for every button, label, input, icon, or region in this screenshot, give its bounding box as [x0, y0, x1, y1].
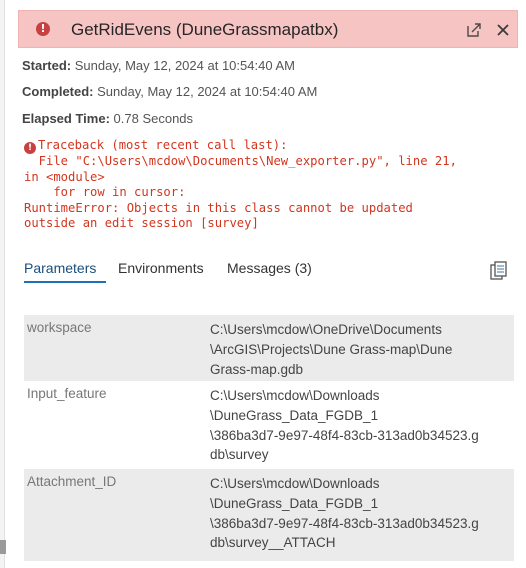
table-row: Input_feature C:\Users\mcdow\Downloads \…	[24, 381, 514, 469]
error-icon: !	[36, 22, 50, 36]
started-label: Started:	[22, 58, 72, 73]
param-value: C:\Users\mcdow\Downloads \DuneGrass_Data…	[210, 476, 479, 551]
param-value: C:\Users\mcdow\OneDrive\Documents \ArcGI…	[210, 322, 453, 377]
error-header: ! GetRidEvens (DuneGrassmapatbx)	[18, 10, 518, 48]
table-row: workspace C:\Users\mcdow\OneDrive\Docume…	[24, 315, 514, 381]
error-traceback: ! Traceback (most recent call last): File…	[24, 138, 514, 232]
resize-handle[interactable]	[0, 540, 6, 554]
param-name: workspace	[27, 320, 92, 335]
tool-title: GetRidEvens (DuneGrassmapatbx)	[71, 20, 339, 39]
window-edge	[0, 0, 5, 568]
table-row: Attachment_ID C:\Users\mcdow\Downloads \…	[24, 469, 514, 561]
started-row: Started: Sunday, May 12, 2024 at 10:54:4…	[22, 58, 295, 73]
completed-row: Completed: Sunday, May 12, 2024 at 10:54…	[22, 84, 317, 99]
active-tab-indicator	[24, 281, 106, 283]
geoprocessing-details-panel: ! GetRidEvens (DuneGrassmapatbx) Started…	[12, 8, 520, 568]
completed-value: Sunday, May 12, 2024 at 10:54:40 AM	[97, 84, 318, 99]
traceback-line: in <module>	[24, 169, 105, 184]
error-icon: !	[24, 142, 36, 154]
tab-environments[interactable]: Environments	[118, 260, 204, 276]
param-value: C:\Users\mcdow\Downloads \DuneGrass_Data…	[210, 388, 479, 463]
elapsed-row: Elapsed Time: 0.78 Seconds	[22, 111, 193, 126]
tab-messages[interactable]: Messages (3)	[227, 260, 312, 276]
traceback-line: RuntimeError: Objects in this class cann…	[24, 200, 413, 215]
param-name: Attachment_ID	[27, 474, 117, 489]
elapsed-label: Elapsed Time:	[22, 111, 110, 126]
traceback-line: Traceback (most recent call last):	[38, 138, 288, 152]
tab-parameters[interactable]: Parameters	[24, 260, 96, 276]
traceback-line: outside an edit session [survey]	[24, 216, 259, 231]
completed-label: Completed:	[22, 84, 94, 99]
param-name: Input_feature	[27, 386, 107, 401]
close-icon[interactable]	[495, 22, 511, 38]
traceback-line: for row in cursor:	[24, 185, 186, 200]
started-value: Sunday, May 12, 2024 at 10:54:40 AM	[74, 58, 295, 73]
copy-icon[interactable]	[488, 260, 510, 282]
elapsed-value: 0.78 Seconds	[113, 111, 194, 126]
popout-icon[interactable]	[466, 22, 482, 38]
traceback-line: File "C:\Users\mcdow\Documents\New_expor…	[24, 154, 457, 168]
